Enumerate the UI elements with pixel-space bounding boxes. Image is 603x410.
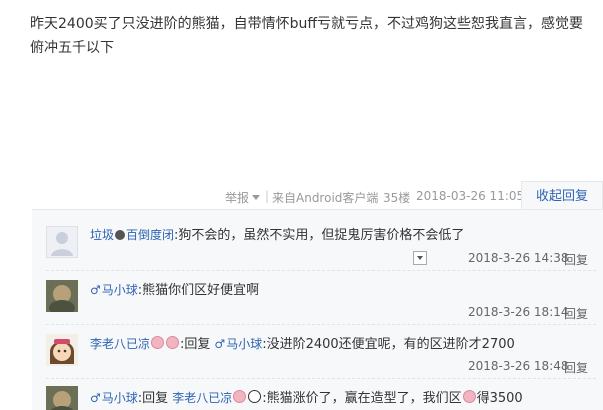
reply-username[interactable]: 李老八已凉 <box>90 337 150 351</box>
male-icon: ♂ <box>90 283 101 297</box>
avatar[interactable] <box>46 386 78 410</box>
reply-content: 狗不会的，虽然不实用，但捉鬼厉害价格不会低了 <box>178 228 465 243</box>
reply-divider <box>46 378 596 379</box>
reply-button[interactable]: 回复 <box>564 359 588 376</box>
reply-dropdown[interactable] <box>413 251 427 265</box>
male-icon: ♂ <box>90 391 101 405</box>
reply-content: 熊猫涨价了，赢在造型了，我们区 <box>266 391 462 406</box>
pig-emoji-icon <box>166 336 180 349</box>
reply-target-username[interactable]: 李老八已凉 <box>172 391 232 405</box>
post-timestamp: 2018-03-26 11:05 <box>416 189 525 203</box>
post-content: 昨天2400买了只没进阶的熊猫，自带情怀buff亏就亏点，不过鸡狗这些恕我直言，… <box>30 16 584 56</box>
report-label[interactable]: 举报 <box>225 191 249 205</box>
reply-line: ♂马小球:回复 李老八已凉:熊猫涨价了，赢在造型了，我们区 得3500 <box>90 389 523 408</box>
user-avatar-icon <box>46 280 78 312</box>
reply-content: 熊猫你们区好便宜啊 <box>142 283 260 298</box>
avatar[interactable] <box>46 334 78 366</box>
user-avatar-icon <box>46 334 78 366</box>
reply-username[interactable]: 垃圾 <box>90 228 114 242</box>
reply-button[interactable]: 回复 <box>564 305 588 322</box>
reply-word: 回复 <box>184 337 211 352</box>
reply-divider <box>46 270 596 271</box>
panda-emoji-icon <box>248 390 262 403</box>
report-link[interactable]: 举报 <box>225 189 261 206</box>
fold-reply-button[interactable]: 收起回复 <box>521 181 603 211</box>
badge-icon <box>115 230 126 240</box>
reply-timestamp: 2018-3-26 18:14 <box>468 305 569 319</box>
reply-username[interactable]: 马小球 <box>102 391 138 405</box>
reply-username-suffix[interactable]: 百倒度闭 <box>126 228 174 242</box>
post-source: 来自Android客户端 <box>272 191 379 205</box>
meta-separator: | <box>265 189 270 203</box>
reply-username[interactable]: 马小球 <box>102 283 138 297</box>
page: 昨天2400买了只没进阶的熊猫，自带情怀buff亏就亏点，不过鸡狗这些恕我直言，… <box>0 0 603 410</box>
chevron-down-icon <box>417 256 423 260</box>
post-floor-number: 35楼 <box>383 191 411 205</box>
reply-target-username[interactable]: 马小球 <box>226 337 262 351</box>
default-avatar-icon <box>46 226 78 258</box>
reply-content: 没进阶2400还便宜呢，有的区进阶才2700 <box>266 337 515 352</box>
user-avatar-icon <box>46 386 78 410</box>
avatar[interactable] <box>46 280 78 312</box>
reply-line: 李老八已凉:回复 ♂马小球:没进阶2400还便宜呢，有的区进阶才2700 <box>90 335 515 354</box>
caret-down-icon[interactable] <box>252 195 261 200</box>
male-icon: ♂ <box>214 337 226 351</box>
post-meta-bar: 举报 | 来自Android客户端 35楼 2018-03-26 11:05 <box>0 187 603 207</box>
reply-timestamp: 2018-3-26 18:48 <box>468 359 569 373</box>
pig-emoji-icon <box>462 390 476 403</box>
reply-divider <box>46 324 596 325</box>
reply-line: ♂马小球:熊猫你们区好便宜啊 <box>90 281 259 300</box>
reply-word: 回复 <box>142 391 169 406</box>
reply-button[interactable]: 回复 <box>564 251 588 268</box>
pig-emoji-icon <box>233 390 247 403</box>
reply-timestamp: 2018-3-26 14:38 <box>468 251 569 265</box>
reply-line: 垃圾 百倒度闭:狗不会的，虽然不实用，但捉鬼厉害价格不会低了 <box>90 226 464 245</box>
reply-content-tail: 得3500 <box>476 391 523 406</box>
avatar[interactable] <box>46 226 78 258</box>
pig-emoji-icon <box>151 336 165 349</box>
